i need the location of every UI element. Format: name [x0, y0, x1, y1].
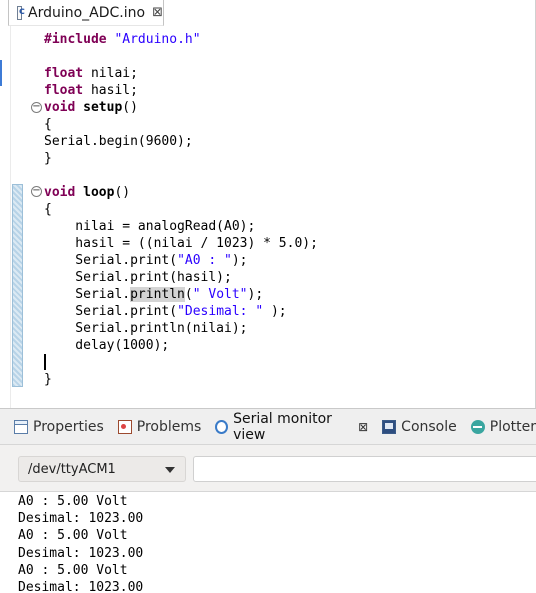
code-editor[interactable]: Arduino_ADC.ino ⊠ − − #include "Arduino.…: [0, 0, 536, 408]
port-dropdown[interactable]: /dev/ttyACM1: [18, 456, 186, 482]
code-line: {: [44, 117, 52, 132]
code-line: Serial.print("A0 : ");: [44, 253, 248, 268]
serial-output[interactable]: A0 : 5.00 Volt Desimal: 1023.00 A0 : 5.0…: [0, 491, 536, 593]
code-line: Serial.print(hasil);: [44, 270, 232, 285]
port-value: /dev/ttyACM1: [28, 461, 116, 477]
code-line: void setup(): [44, 100, 138, 115]
tab-problems[interactable]: Problems: [117, 409, 202, 445]
code-line: Serial.println(" Volt");: [44, 287, 264, 302]
code-line: float nilai;: [44, 66, 138, 81]
properties-icon: [14, 419, 28, 434]
fold-loop-icon[interactable]: −: [31, 186, 42, 197]
code-line: Serial.begin(9600);: [44, 134, 193, 149]
code-line: Serial.println(nilai);: [44, 321, 248, 336]
bottom-views-panel: Properties Problems Serial monitor view …: [0, 408, 536, 593]
output-line: A0 : 5.00 Volt: [18, 528, 128, 544]
editor-tab-arduino-adc[interactable]: Arduino_ADC.ino ⊠: [8, 0, 164, 26]
code-line: nilai = analogRead(A0);: [44, 219, 256, 234]
view-tab-bar: Properties Problems Serial monitor view …: [0, 409, 536, 445]
code-area[interactable]: #include "Arduino.h" float nilai; float …: [44, 31, 318, 388]
close-icon[interactable]: ⊠: [358, 420, 368, 434]
plotter-icon: [470, 419, 485, 434]
code-line: }: [44, 372, 52, 387]
editor-left-accent: [0, 60, 2, 86]
tab-plotter[interactable]: Plotter: [470, 409, 536, 445]
code-line: #include "Arduino.h": [44, 32, 201, 47]
tab-label: Properties: [33, 418, 104, 435]
output-line: Desimal: 1023.00: [18, 579, 144, 593]
code-line: }: [44, 151, 52, 166]
tab-label: Serial monitor view: [233, 410, 332, 443]
tab-label: Problems: [136, 418, 202, 435]
chevron-down-icon: [165, 467, 175, 473]
tab-close-icon[interactable]: ⊠: [152, 5, 163, 20]
output-line: Desimal: 1023.00: [18, 545, 144, 561]
output-line: A0 : 5.00 Volt: [18, 562, 128, 578]
change-indicator-bar: [12, 184, 23, 387]
code-line: {: [44, 202, 52, 217]
text-cursor: [44, 354, 46, 370]
serial-toolbar: /dev/ttyACM1: [0, 446, 536, 490]
serial-monitor-icon: [215, 419, 229, 434]
editor-gutter: [10, 0, 11, 408]
console-icon: [382, 419, 397, 434]
code-line: float hasil;: [44, 83, 138, 98]
output-line: A0 : 5.00 Volt: [18, 494, 128, 509]
editor-tab-label: Arduino_ADC.ino: [28, 4, 146, 21]
output-line: Desimal: 1023.00: [18, 511, 144, 527]
code-line: hasil = ((nilai / 1023) * 5.0);: [44, 236, 318, 251]
tab-label: Plotter: [489, 418, 536, 435]
tab-label: Console: [401, 418, 457, 435]
fold-setup-icon[interactable]: −: [31, 102, 42, 113]
code-line: delay(1000);: [44, 338, 170, 353]
tab-console[interactable]: Console: [382, 409, 457, 445]
tab-properties[interactable]: Properties: [14, 409, 104, 445]
code-line: void loop(): [44, 185, 131, 200]
tab-serial-monitor[interactable]: Serial monitor view ⊠: [215, 409, 368, 445]
problems-icon: [117, 419, 132, 434]
highlighted-word: println: [130, 287, 185, 302]
send-input[interactable]: [193, 456, 536, 482]
c-file-icon: [17, 5, 25, 20]
code-line: Serial.print("Desimal: " );: [44, 304, 287, 319]
